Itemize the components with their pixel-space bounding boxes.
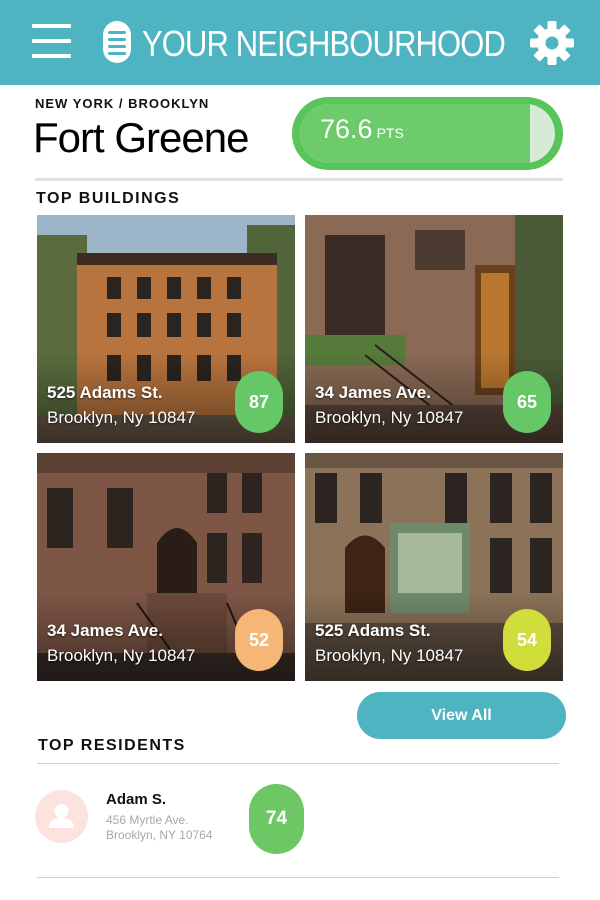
resident-score-badge: 74 xyxy=(249,784,304,854)
building-logo-icon xyxy=(103,21,131,63)
resident-city: Brooklyn, NY 10764 xyxy=(106,828,213,842)
divider xyxy=(37,877,559,878)
neighbourhood-score-bar: 76.6 PTS xyxy=(292,97,563,170)
building-city: Brooklyn, Ny 10847 xyxy=(47,408,196,427)
neighbourhood-name: Fort Greene xyxy=(33,114,249,161)
top-residents-title: TOP RESIDENTS xyxy=(38,737,186,754)
building-card[interactable]: 525 Adams St. Brooklyn, Ny 10847 87 xyxy=(37,215,295,443)
gear-icon[interactable] xyxy=(529,20,575,66)
building-city: Brooklyn, Ny 10847 xyxy=(315,408,464,427)
score-unit: PTS xyxy=(376,125,404,141)
top-bar: YOUR NEIGHBOURHOOD xyxy=(0,0,600,85)
divider xyxy=(37,763,559,764)
breadcrumb: NEW YORK / BROOKLYN xyxy=(35,96,210,111)
top-buildings-title: TOP BUILDINGS xyxy=(36,190,181,207)
score-value: 76.6 PTS xyxy=(320,114,404,144)
user-avatar-icon xyxy=(35,790,88,843)
building-address: 34 James Ave. xyxy=(47,621,163,640)
building-score-badge: 54 xyxy=(503,609,551,671)
hamburger-menu-icon[interactable] xyxy=(32,24,72,60)
resident-row[interactable]: Adam S. 456 Myrtle Ave. Brooklyn, NY 107… xyxy=(35,780,565,860)
app-title: YOUR NEIGHBOURHOOD xyxy=(142,23,506,64)
building-city: Brooklyn, Ny 10847 xyxy=(315,646,464,665)
resident-street: 456 Myrtle Ave. xyxy=(106,813,189,827)
divider xyxy=(35,178,563,181)
building-address: 525 Adams St. xyxy=(47,383,163,402)
building-score-badge: 87 xyxy=(235,371,283,433)
building-card[interactable]: 34 James Ave. Brooklyn, Ny 10847 52 xyxy=(37,453,295,681)
building-city: Brooklyn, Ny 10847 xyxy=(47,646,196,665)
resident-name: Adam S. xyxy=(106,791,167,808)
view-all-button[interactable]: View All xyxy=(357,692,566,739)
building-address: 34 James Ave. xyxy=(315,383,431,402)
building-score-badge: 65 xyxy=(503,371,551,433)
building-address: 525 Adams St. xyxy=(315,621,431,640)
building-card[interactable]: 525 Adams St. Brooklyn, Ny 10847 54 xyxy=(305,453,563,681)
building-score-badge: 52 xyxy=(235,609,283,671)
building-card[interactable]: 34 James Ave. Brooklyn, Ny 10847 65 xyxy=(305,215,563,443)
